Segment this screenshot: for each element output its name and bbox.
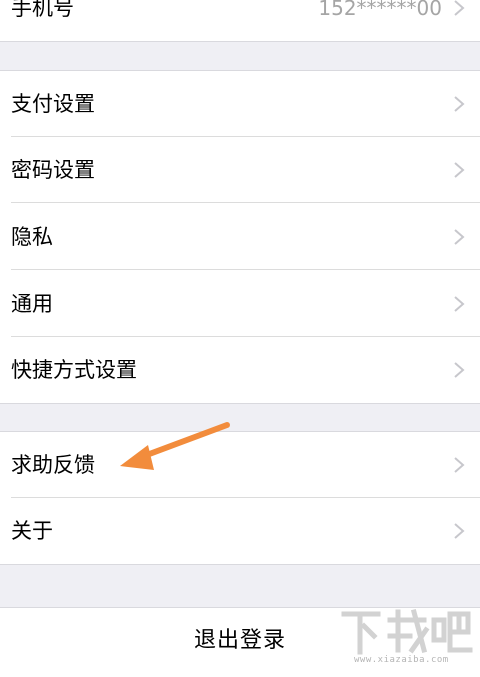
menu-item-help-feedback[interactable]: 求助反馈	[0, 432, 480, 498]
menu-item-about[interactable]: 关于	[0, 498, 480, 564]
row-divider	[11, 269, 480, 270]
menu-item-label: 求助反馈	[11, 453, 95, 477]
chevron-right-icon	[454, 523, 465, 539]
row-divider	[11, 202, 480, 203]
menu-item-privacy[interactable]: 隐私	[0, 204, 480, 270]
watermark: www.xiazaiba.com	[338, 606, 474, 668]
menu-item-payment-settings[interactable]: 支付设置	[0, 71, 480, 137]
menu-item-label: 隐私	[11, 225, 53, 249]
chevron-right-icon	[454, 96, 465, 112]
chevron-right-icon	[454, 162, 465, 178]
menu-item-label: 密码设置	[11, 158, 95, 182]
help-group: 求助反馈 关于	[0, 431, 480, 565]
watermark-url: www.xiazaiba.com	[354, 655, 449, 665]
menu-item-label: 支付设置	[11, 92, 95, 116]
phone-number-row[interactable]: 手机号 152******00	[0, 0, 480, 41]
chevron-right-icon	[454, 229, 465, 245]
phone-number-value: 152******00	[318, 0, 442, 20]
menu-item-label: 快捷方式设置	[11, 358, 137, 382]
menu-item-label: 关于	[11, 519, 53, 543]
watermark-logo	[341, 608, 473, 655]
menu-item-password-settings[interactable]: 密码设置	[0, 137, 480, 203]
settings-group: 支付设置 密码设置 隐私 通用 快捷方式设置	[0, 70, 480, 404]
account-group: 手机号 152******00	[0, 0, 480, 42]
chevron-right-icon	[454, 362, 465, 378]
menu-item-general[interactable]: 通用	[0, 271, 480, 337]
phone-number-label: 手机号	[11, 0, 74, 20]
menu-item-label: 通用	[11, 292, 53, 316]
chevron-right-icon	[454, 0, 465, 16]
chevron-right-icon	[454, 296, 465, 312]
chevron-right-icon	[454, 457, 465, 473]
menu-item-shortcut-settings[interactable]: 快捷方式设置	[0, 337, 480, 403]
